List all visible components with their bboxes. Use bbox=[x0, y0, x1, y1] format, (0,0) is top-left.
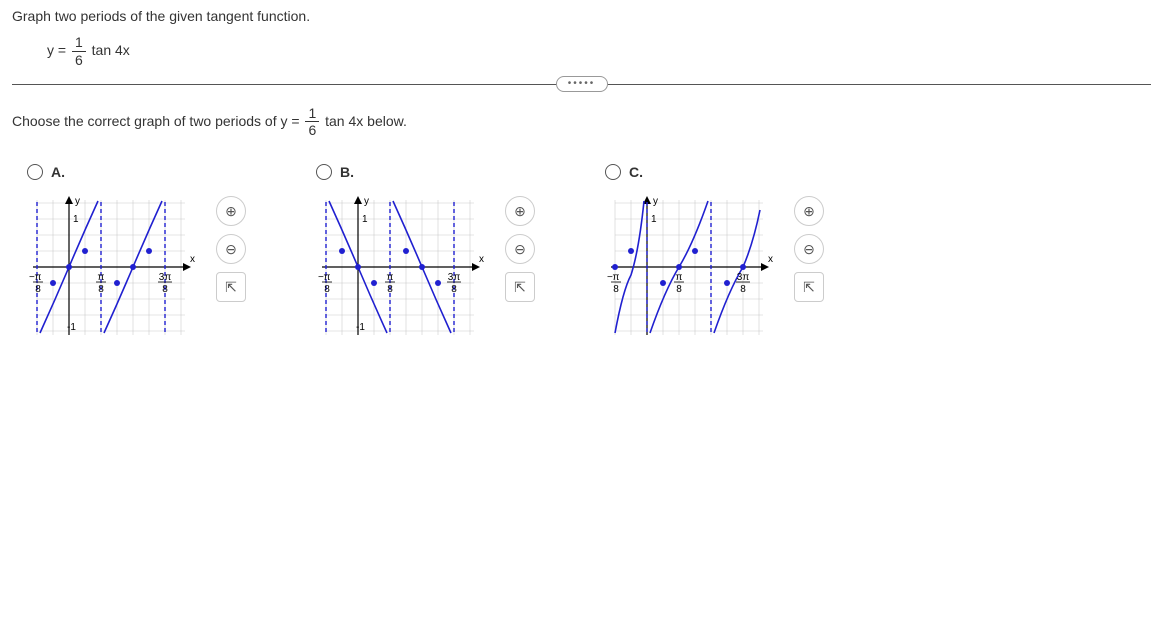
option-a: A. bbox=[27, 164, 246, 345]
radio-a[interactable] bbox=[27, 164, 43, 180]
xleft-num: π bbox=[35, 272, 42, 283]
zoom-out-icon: ⊖ bbox=[514, 241, 526, 258]
zoom-in-button[interactable]: ⊕ bbox=[794, 196, 824, 226]
xmid-den: 8 bbox=[98, 284, 104, 295]
tools-a: ⊕ ⊖ ⇱ bbox=[216, 196, 246, 302]
tools-b: ⊕ ⊖ ⇱ bbox=[505, 196, 535, 302]
question-text: Graph two periods of the given tangent f… bbox=[12, 8, 1151, 24]
eq-suffix: tan 4x bbox=[92, 42, 130, 58]
graph-b-container: y x 1 -1 − π 8 π 8 3π 8 ⊕ ⊖ ⇱ bbox=[316, 190, 535, 345]
option-c: C. bbox=[605, 164, 824, 345]
option-b-label: B. bbox=[340, 164, 354, 180]
options-row: A. bbox=[27, 164, 1151, 345]
radio-b[interactable] bbox=[316, 164, 332, 180]
xright-den: 8 bbox=[740, 284, 746, 295]
x-axis-label: x bbox=[479, 254, 484, 265]
zoom-out-button[interactable]: ⊖ bbox=[216, 234, 246, 264]
option-c-label: C. bbox=[629, 164, 643, 180]
question-equation: y = 1 6 tan 4x bbox=[47, 34, 1151, 69]
xright-num: 3π bbox=[159, 272, 172, 283]
zoom-in-icon: ⊕ bbox=[514, 203, 526, 220]
xright-den: 8 bbox=[162, 284, 168, 295]
y-axis-label: y bbox=[653, 196, 658, 207]
y-bottom-label: -1 bbox=[356, 322, 365, 333]
radio-c[interactable] bbox=[605, 164, 621, 180]
y-axis-label: y bbox=[75, 196, 80, 207]
x-axis-label: x bbox=[768, 254, 773, 265]
xleft-num: π bbox=[324, 272, 331, 283]
zoom-out-button[interactable]: ⊖ bbox=[505, 234, 535, 264]
graph-c: y x 1 − π 8 π 8 3π 8 bbox=[605, 190, 780, 345]
xmid-den: 8 bbox=[676, 284, 682, 295]
option-a-header[interactable]: A. bbox=[27, 164, 246, 180]
zoom-in-button[interactable]: ⊕ bbox=[505, 196, 535, 226]
eq-fraction: 1 6 bbox=[72, 34, 86, 69]
y-axis-label: y bbox=[364, 196, 369, 207]
tools-c: ⊕ ⊖ ⇱ bbox=[794, 196, 824, 302]
y-top-label: 1 bbox=[362, 214, 368, 225]
graph-a-container: y x 1 -1 − π 8 π 8 3π 8 ⊕ ⊖ ⇱ bbox=[27, 190, 246, 345]
option-b-header[interactable]: B. bbox=[316, 164, 535, 180]
xright-num: 3π bbox=[737, 272, 750, 283]
popout-button[interactable]: ⇱ bbox=[794, 272, 824, 302]
popout-button[interactable]: ⇱ bbox=[216, 272, 246, 302]
option-b: B. bbox=[316, 164, 535, 345]
instr-suffix: tan 4x below. bbox=[325, 113, 407, 129]
graph-c-container: y x 1 − π 8 π 8 3π 8 ⊕ ⊖ ⇱ bbox=[605, 190, 824, 345]
xleft-num: π bbox=[613, 272, 620, 283]
xleft-den: 8 bbox=[35, 284, 41, 295]
instr-fraction: 1 6 bbox=[305, 105, 319, 140]
zoom-in-icon: ⊕ bbox=[225, 203, 237, 220]
instruction-text: Choose the correct graph of two periods … bbox=[12, 105, 1151, 140]
y-bottom-label: -1 bbox=[67, 322, 76, 333]
xleft-den: 8 bbox=[613, 284, 619, 295]
zoom-out-icon: ⊖ bbox=[225, 241, 237, 258]
xmid-num: π bbox=[387, 272, 394, 283]
xmid-den: 8 bbox=[387, 284, 393, 295]
xmid-num: π bbox=[676, 272, 683, 283]
graph-a: y x 1 -1 − π 8 π 8 3π 8 bbox=[27, 190, 202, 345]
y-top-label: 1 bbox=[651, 214, 657, 225]
xright-num: 3π bbox=[448, 272, 461, 283]
zoom-out-icon: ⊖ bbox=[803, 241, 815, 258]
graph-b: y x 1 -1 − π 8 π 8 3π 8 bbox=[316, 190, 491, 345]
option-a-label: A. bbox=[51, 164, 65, 180]
xleft-den: 8 bbox=[324, 284, 330, 295]
separator-handle[interactable]: ••••• bbox=[556, 76, 608, 92]
option-c-header[interactable]: C. bbox=[605, 164, 824, 180]
popout-icon: ⇱ bbox=[514, 279, 526, 296]
popout-button[interactable]: ⇱ bbox=[505, 272, 535, 302]
zoom-in-icon: ⊕ bbox=[803, 203, 815, 220]
xmid-num: π bbox=[98, 272, 105, 283]
eq-numerator: 1 bbox=[72, 34, 86, 52]
instr-denominator: 6 bbox=[305, 122, 319, 139]
x-axis-label: x bbox=[190, 254, 195, 265]
eq-prefix: y = bbox=[47, 42, 70, 58]
popout-icon: ⇱ bbox=[803, 279, 815, 296]
zoom-in-button[interactable]: ⊕ bbox=[216, 196, 246, 226]
zoom-out-button[interactable]: ⊖ bbox=[794, 234, 824, 264]
instr-numerator: 1 bbox=[305, 105, 319, 123]
instr-prefix: Choose the correct graph of two periods … bbox=[12, 113, 303, 129]
popout-icon: ⇱ bbox=[225, 279, 237, 296]
eq-denominator: 6 bbox=[72, 52, 86, 69]
xright-den: 8 bbox=[451, 284, 457, 295]
y-top-label: 1 bbox=[73, 214, 79, 225]
